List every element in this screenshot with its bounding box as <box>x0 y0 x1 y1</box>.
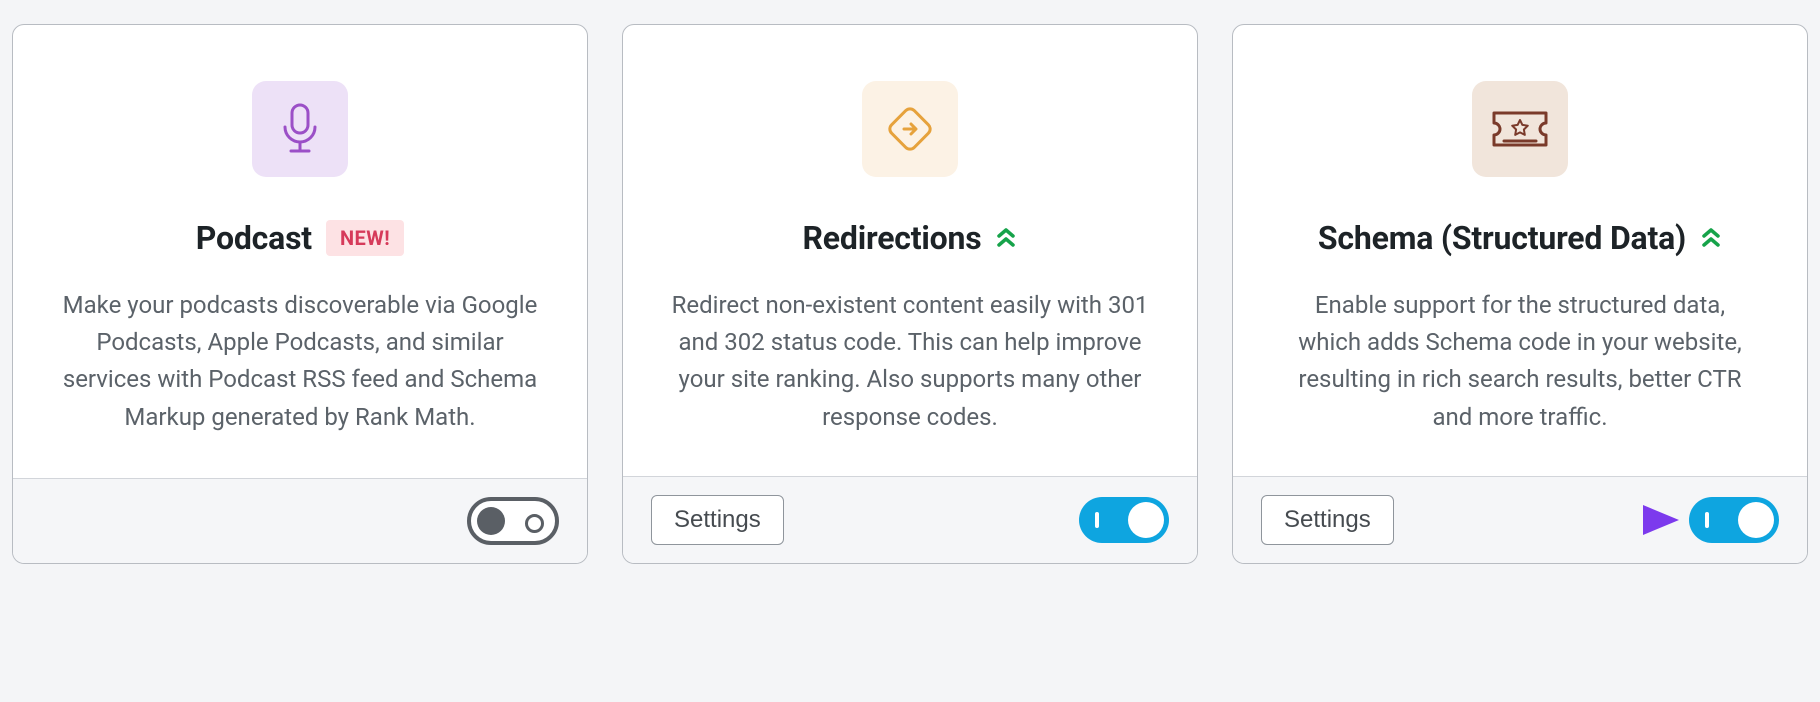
card-title-row: Schema (Structured Data) <box>1281 219 1759 257</box>
card-description: Redirect non-existent content easily wit… <box>671 287 1149 436</box>
settings-button[interactable]: Settings <box>651 495 784 545</box>
microphone-icon <box>275 101 325 157</box>
card-body: Podcast NEW! Make your podcasts discoverab… <box>13 25 587 478</box>
card-description: Enable support for the structured data, … <box>1281 287 1759 436</box>
card-title: Redirections <box>803 219 982 257</box>
card-footer <box>13 478 587 563</box>
ticket-icon <box>1488 105 1552 153</box>
card-body: Redirections Redirect non-existent conten… <box>623 25 1197 476</box>
redirect-icon <box>882 101 938 157</box>
settings-button[interactable]: Settings <box>1261 495 1394 545</box>
toggle-redirections[interactable] <box>1079 497 1169 543</box>
chevrons-up-icon <box>1700 226 1722 250</box>
toggle-schema[interactable] <box>1689 497 1779 543</box>
card-title-row: Podcast NEW! <box>61 219 539 257</box>
card-title-row: Redirections <box>671 219 1149 257</box>
new-badge: NEW! <box>326 220 404 256</box>
redirect-icon-tile <box>862 81 958 177</box>
toggle-podcast[interactable] <box>467 497 559 545</box>
card-title: Podcast <box>196 219 312 257</box>
card-redirections: Redirections Redirect non-existent conten… <box>622 24 1198 564</box>
arrow-annotation <box>1575 497 1685 543</box>
chevrons-up-icon <box>995 226 1017 250</box>
card-schema: Schema (Structured Data) Enable support f… <box>1232 24 1808 564</box>
card-title: Schema (Structured Data) <box>1318 219 1686 257</box>
card-footer: Settings <box>623 476 1197 563</box>
card-footer: Settings <box>1233 476 1807 563</box>
microphone-icon-tile <box>252 81 348 177</box>
card-body: Schema (Structured Data) Enable support f… <box>1233 25 1807 476</box>
ticket-icon-tile <box>1472 81 1568 177</box>
card-description: Make your podcasts discoverable via Goog… <box>61 287 539 436</box>
card-podcast: Podcast NEW! Make your podcasts discoverab… <box>12 24 588 564</box>
